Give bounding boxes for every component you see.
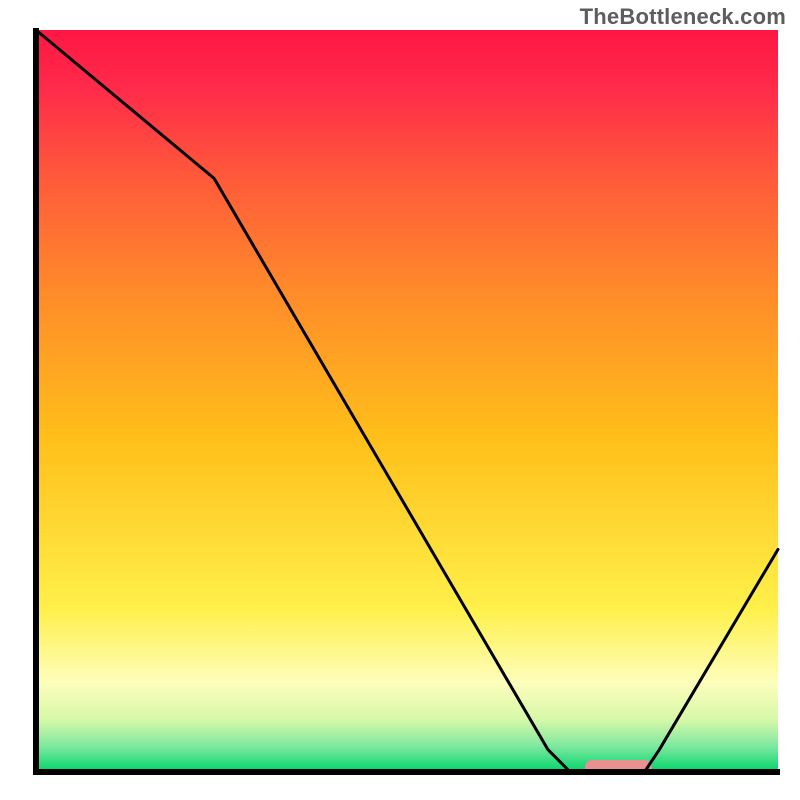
plot-background bbox=[36, 30, 778, 772]
watermark-label: TheBottleneck.com bbox=[580, 4, 786, 30]
chart-stage: TheBottleneck.com bbox=[0, 0, 800, 800]
bottleneck-chart bbox=[0, 0, 800, 800]
